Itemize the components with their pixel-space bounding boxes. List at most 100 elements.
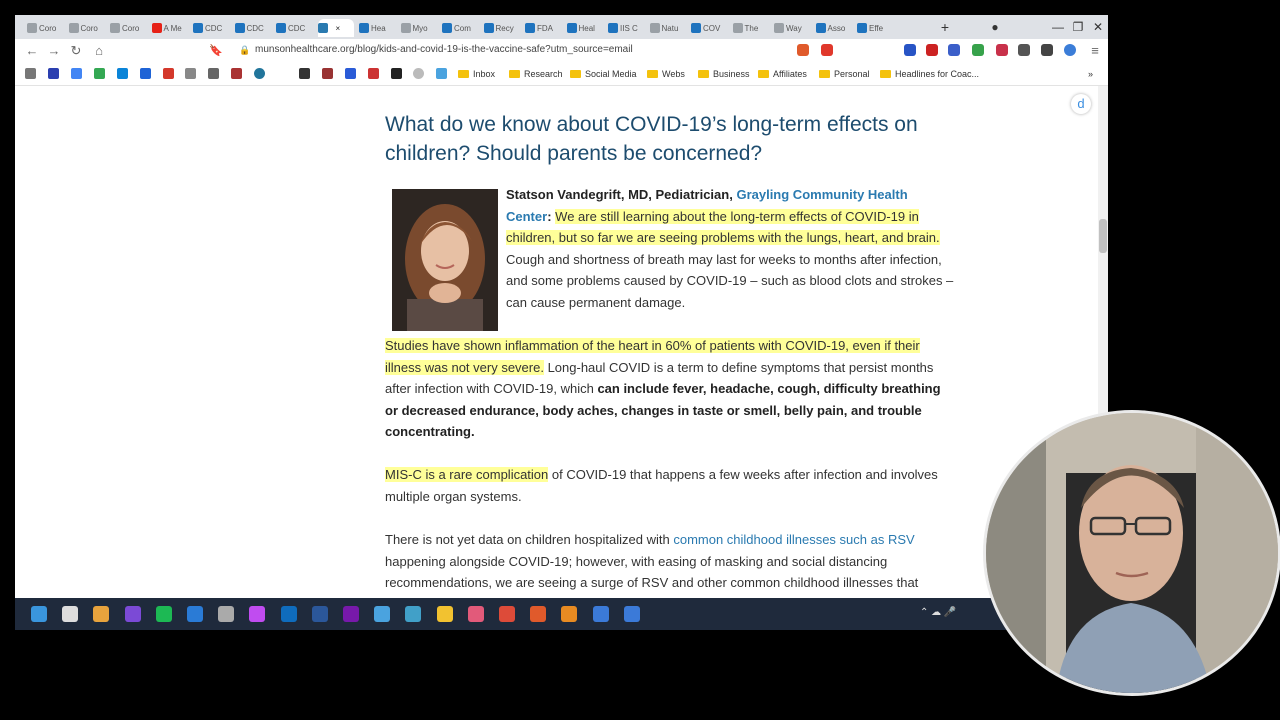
wordpress-icon[interactable] bbox=[254, 68, 265, 79]
browser-tab[interactable]: A Me bbox=[151, 19, 188, 37]
childhood-illnesses-link[interactable]: common childhood illnesses such as RSV bbox=[673, 532, 914, 547]
folder-icon[interactable] bbox=[436, 606, 453, 622]
bookmark-folder[interactable]: Business bbox=[698, 66, 750, 82]
brave-shield-icon[interactable] bbox=[797, 44, 809, 56]
bookmark-icon[interactable] bbox=[413, 68, 424, 79]
minimize-button[interactable]: — bbox=[1048, 18, 1068, 36]
browser-tab[interactable]: Coro bbox=[27, 19, 63, 37]
browser-tab[interactable]: IIS C bbox=[608, 19, 644, 37]
amazon-music-icon[interactable] bbox=[187, 606, 203, 622]
browser-tab[interactable]: Natu bbox=[649, 19, 686, 37]
bookmark-folder[interactable]: Personal bbox=[819, 66, 870, 82]
vscode2-icon[interactable] bbox=[623, 606, 640, 622]
browser-tab[interactable]: Asso bbox=[815, 19, 852, 37]
more-bookmarks-button[interactable]: » bbox=[1088, 66, 1093, 82]
bookmark-icon[interactable] bbox=[368, 68, 379, 79]
browser-tab[interactable]: CDC bbox=[276, 19, 312, 37]
tab-favicon-icon bbox=[442, 23, 452, 33]
browser-tab[interactable]: Coro bbox=[110, 19, 146, 37]
browser-tab[interactable]: CDC bbox=[234, 19, 271, 37]
tab-search-icon[interactable]: ● bbox=[985, 18, 1005, 36]
bookmark-folder[interactable]: Webs bbox=[647, 66, 685, 82]
browser-tab[interactable]: CDC bbox=[193, 19, 229, 37]
system-tray[interactable]: ⌃ ☁ 🎤 bbox=[920, 607, 956, 618]
new-tab-button[interactable]: + bbox=[937, 19, 953, 35]
bookmark-icon[interactable] bbox=[436, 68, 447, 79]
spotify-icon[interactable] bbox=[155, 606, 172, 622]
bookmark-icon[interactable] bbox=[231, 68, 242, 79]
restore-button[interactable]: ❐ bbox=[1068, 18, 1088, 36]
browser-tab[interactable]: Hea bbox=[359, 19, 395, 37]
bookmark-folder[interactable]: Headlines for Coac... bbox=[880, 66, 979, 82]
tab-label: Heal bbox=[578, 23, 595, 33]
browser-tab[interactable]: Effe bbox=[857, 19, 893, 37]
browser-tab[interactable]: Recy bbox=[483, 19, 520, 37]
reload-icon[interactable]: ↻ bbox=[67, 42, 85, 60]
browser-tab[interactable]: The bbox=[732, 19, 769, 37]
extension-icon[interactable] bbox=[972, 44, 984, 56]
browser-tab[interactable]: COV bbox=[691, 19, 727, 37]
bookmark-folder[interactable]: Affiliates bbox=[758, 66, 807, 82]
apps-icon[interactable] bbox=[25, 68, 36, 79]
vscode-icon[interactable] bbox=[592, 606, 609, 622]
tab-close-icon[interactable]: × bbox=[336, 24, 341, 33]
browser-tab[interactable]: Coro bbox=[68, 19, 105, 37]
menu-icon[interactable]: ≡ bbox=[1086, 42, 1104, 60]
chrome-icon[interactable] bbox=[499, 606, 515, 622]
tool-icon[interactable] bbox=[467, 606, 484, 622]
bookmark-icon[interactable]: 🔖 bbox=[207, 42, 225, 60]
bookmark-icon[interactable] bbox=[322, 68, 333, 79]
bookmark-icon[interactable] bbox=[48, 68, 59, 79]
extension-icon[interactable] bbox=[996, 44, 1008, 56]
onedrive-icon[interactable] bbox=[117, 68, 128, 79]
bookmark-icon[interactable] bbox=[140, 68, 151, 79]
scrollbar-thumb[interactable] bbox=[1099, 219, 1107, 253]
files-icon[interactable] bbox=[93, 606, 110, 622]
maps-icon[interactable] bbox=[405, 606, 422, 622]
google-icon[interactable] bbox=[71, 68, 82, 79]
browser-toolbar: ← → ↻ ⌂ 🔖 🔒 munsonhealthcare.org/blog/ki… bbox=[15, 39, 1108, 63]
extension-icon[interactable] bbox=[904, 44, 916, 56]
rewards-icon[interactable] bbox=[821, 44, 833, 56]
word-icon[interactable] bbox=[311, 606, 328, 622]
forward-icon[interactable]: → bbox=[45, 42, 63, 60]
browser-tab[interactable]: FDA bbox=[525, 19, 561, 37]
itunes-icon[interactable] bbox=[249, 606, 266, 622]
puzzle-icon[interactable] bbox=[1018, 44, 1030, 56]
amazon-icon[interactable] bbox=[391, 68, 402, 79]
bookmark-icon[interactable] bbox=[163, 68, 174, 79]
back-icon[interactable]: ← bbox=[23, 42, 41, 60]
bookmark-folder[interactable]: Social Media bbox=[570, 66, 637, 82]
bookmark-icon[interactable] bbox=[299, 68, 310, 79]
bookmark-folder[interactable]: Research bbox=[509, 66, 563, 82]
address-bar[interactable]: 🔒 munsonhealthcare.org/blog/kids-and-cov… bbox=[235, 42, 800, 60]
bookmark-folder[interactable]: Inbox bbox=[458, 66, 495, 82]
browser-tab[interactable]: Way bbox=[774, 19, 810, 37]
outlook-icon[interactable] bbox=[280, 606, 297, 622]
bookmark-icon[interactable] bbox=[185, 68, 196, 79]
browser-tab[interactable]: Com bbox=[442, 19, 478, 37]
tab-active[interactable]: × bbox=[317, 19, 354, 37]
profile-avatar[interactable] bbox=[1064, 44, 1076, 56]
start-icon[interactable] bbox=[31, 606, 47, 622]
close-window-button[interactable]: ✕ bbox=[1088, 18, 1108, 36]
maps-icon[interactable] bbox=[94, 68, 105, 79]
extension-widget-icon[interactable]: d bbox=[1071, 94, 1091, 114]
tab-label: Coro bbox=[39, 23, 57, 33]
app2-icon[interactable] bbox=[561, 606, 578, 622]
home-icon[interactable]: ⌂ bbox=[90, 42, 108, 60]
bookmark-icon[interactable] bbox=[345, 68, 356, 79]
browser-tab[interactable]: Myo bbox=[400, 19, 437, 37]
windows-taskbar: ⌃ ☁ 🎤 bbox=[15, 598, 1108, 630]
search-icon[interactable] bbox=[62, 606, 79, 622]
browser-tab[interactable]: Heal bbox=[566, 19, 603, 37]
extension-icon[interactable] bbox=[926, 44, 938, 56]
onenote-icon[interactable] bbox=[343, 606, 359, 622]
brave-icon[interactable] bbox=[530, 606, 547, 622]
playlist-icon[interactable] bbox=[1041, 44, 1053, 56]
extension-icon[interactable] bbox=[948, 44, 960, 56]
media-icon[interactable] bbox=[218, 606, 235, 622]
notepad-icon[interactable] bbox=[374, 606, 391, 622]
bookmark-icon[interactable] bbox=[208, 68, 219, 79]
app-icon[interactable] bbox=[124, 606, 141, 622]
